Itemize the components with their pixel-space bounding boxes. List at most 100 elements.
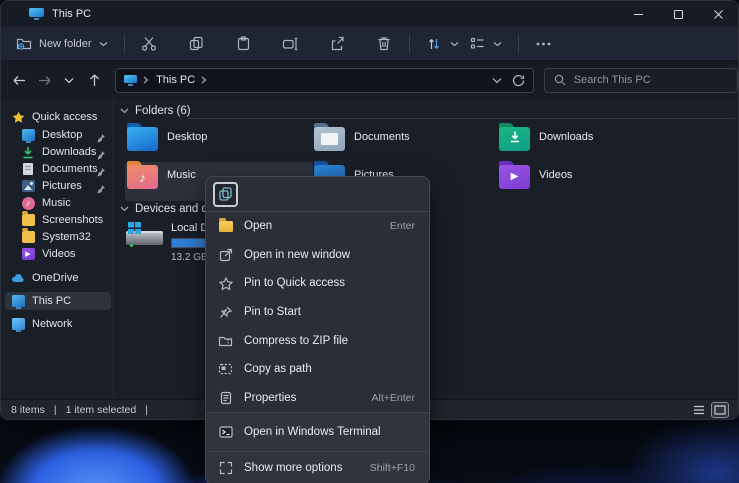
group-divider [187,118,735,119]
more-options-icon[interactable] [535,35,552,52]
copy-icon[interactable] [188,35,205,52]
selected-count: 1 item selected [66,404,137,416]
menu-item-pin-start[interactable]: Pin to Start [206,298,429,327]
sidebar-item-downloads[interactable]: Downloads [5,143,111,161]
menu-item-compress-zip[interactable]: Compress to ZIP file [206,326,429,355]
status-separator: | [145,404,148,416]
sidebar-item-desktop[interactable]: Desktop [5,126,111,144]
search-box[interactable] [544,68,738,93]
status-separator: | [54,404,57,416]
pictures-icon [21,180,35,193]
forward-button[interactable] [34,69,56,91]
menu-item-open-windows-terminal[interactable]: Open in Windows Terminal [206,413,429,451]
sidebar-item-screenshots[interactable]: Screenshots [5,211,111,229]
folders-group-header[interactable]: Folders (6) [120,105,191,117]
rename-icon[interactable] [282,35,299,52]
documents-icon [21,163,35,176]
titlebar[interactable]: This PC [1,1,738,27]
this-pc-icon [11,295,25,308]
toolbar-separator [409,35,410,53]
menu-item-open[interactable]: Open Enter [206,212,429,241]
paste-icon[interactable] [235,35,252,52]
cut-icon[interactable] [141,35,158,52]
downloads-folder-icon [499,127,530,151]
menu-item-show-more-options[interactable]: Show more options Shift+F10 [206,452,429,483]
chevron-down-icon [493,41,502,47]
folder-icon [21,214,35,227]
folder-tile-documents[interactable]: Documents [314,125,494,163]
open-new-window-icon [218,247,233,262]
recent-locations-chevron[interactable] [59,69,81,91]
pin-icon [96,147,106,157]
toolbar-separator [518,35,519,53]
sidebar-item-network[interactable]: Network [5,315,111,333]
view-button[interactable] [469,35,502,52]
delete-icon[interactable] [376,35,393,52]
maximize-button[interactable] [658,1,698,27]
chevron-down-icon [99,41,108,47]
sidebar-item-music[interactable]: ♪ Music [5,194,111,212]
search-input[interactable] [574,74,728,86]
folder-tile-videos[interactable]: ▶ Videos [499,163,679,201]
chevron-down-icon [450,41,459,47]
sidebar-item-documents[interactable]: Documents [5,160,111,178]
breadcrumb[interactable]: This PC [156,74,195,86]
view-icon [469,35,486,52]
menu-item-pin-quick-access[interactable]: Pin to Quick access [206,269,429,298]
details-view-button[interactable] [691,403,707,417]
folder-tile-downloads[interactable]: Downloads [499,125,679,163]
sort-button[interactable] [426,35,459,52]
menu-item-open-new-window[interactable]: Open in new window [206,241,429,270]
folder-tile-desktop[interactable]: Desktop [127,125,307,163]
large-icons-view-button[interactable] [712,403,728,417]
sidebar-item-onedrive[interactable]: OneDrive [5,269,111,287]
copy-path-icon [218,362,233,377]
share-icon[interactable] [329,35,346,52]
desktop-icon [21,129,35,142]
pin-icon [96,164,106,174]
sort-icon [426,35,443,52]
address-bar[interactable]: This PC [115,68,534,93]
close-button[interactable] [698,1,738,27]
properties-icon [218,390,233,405]
onedrive-cloud-icon [11,272,25,285]
downloads-icon [21,146,35,159]
window-title: This PC [52,8,91,20]
breadcrumb-chevron-icon [143,71,149,89]
sidebar-item-pictures[interactable]: Pictures [5,177,111,195]
copy-quick-action[interactable] [213,182,238,207]
menu-item-copy-as-path[interactable]: Copy as path [206,355,429,384]
refresh-icon[interactable] [512,74,525,87]
star-icon [218,276,233,291]
menu-item-properties[interactable]: Properties Alt+Enter [206,384,429,413]
network-icon [11,318,25,331]
quick-access-star-icon [11,111,25,124]
pin-icon [96,130,106,140]
desktop-wallpaper: This PC New folder [0,0,739,483]
sidebar-item-system32[interactable]: System32 [5,228,111,246]
videos-icon: ▶ [21,248,35,261]
address-dropdown-chevron[interactable] [492,77,502,84]
documents-folder-icon [314,127,345,151]
local-disk-icon [126,222,163,250]
address-row: This PC [1,61,738,99]
folder-icon [21,231,35,244]
music-icon: ♪ [21,197,35,210]
back-button[interactable] [9,69,31,91]
toolbar-separator [124,35,125,53]
pin-icon [218,305,233,320]
breadcrumb-chevron-icon[interactable] [201,71,207,89]
context-menu: Open Enter Open in new window Pin to Qui… [205,176,430,483]
items-count: 8 items [11,404,45,416]
up-button[interactable] [83,69,105,91]
new-folder-button[interactable]: New folder [15,35,108,52]
minimize-button[interactable] [618,1,658,27]
sidebar-item-this-pc[interactable]: This PC [5,292,111,310]
sidebar-item-quick-access[interactable]: Quick access [5,108,111,126]
pin-icon [96,181,106,191]
this-pc-icon [29,8,44,20]
sidebar-item-videos[interactable]: ▶ Videos [5,245,111,263]
navigation-pane: Quick access Desktop Downloads Documents [1,99,114,399]
collapse-chevron-icon [120,206,129,212]
terminal-icon [218,425,233,440]
